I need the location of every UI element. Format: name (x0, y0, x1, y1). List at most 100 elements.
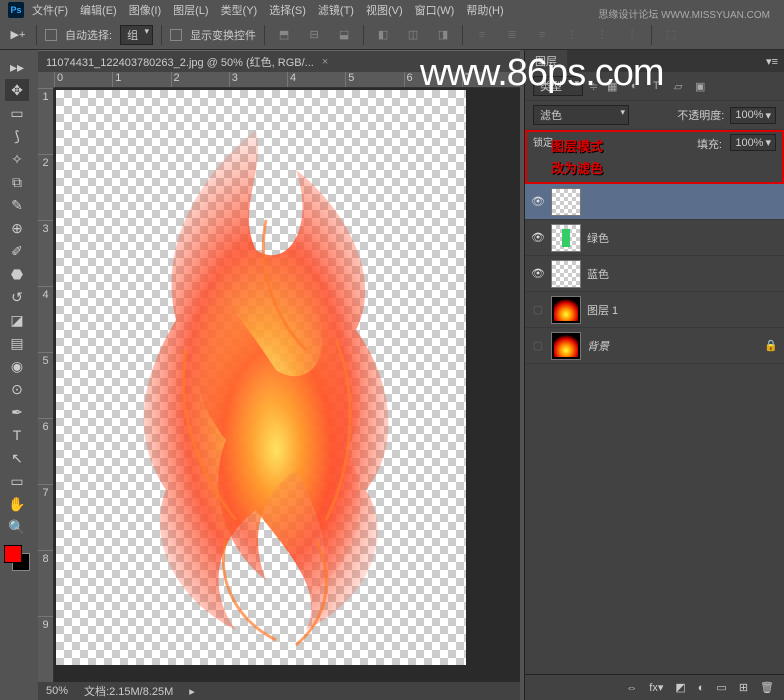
auto-select-checkbox[interactable] (45, 29, 57, 41)
layer-row[interactable]: 👁 绿色 (525, 220, 784, 256)
separator (264, 25, 265, 45)
visibility-icon[interactable]: 👁 (531, 231, 545, 245)
visibility-icon[interactable]: ▢ (531, 339, 545, 353)
group-icon[interactable]: ▭ (716, 681, 726, 694)
align-vcenter-icon[interactable]: ⊟ (303, 24, 325, 46)
layer-thumb[interactable] (551, 296, 581, 324)
show-transform-checkbox[interactable] (170, 29, 182, 41)
layer-thumb[interactable] (551, 188, 581, 216)
eraser-tool[interactable]: ◪ (5, 309, 29, 331)
layer-row[interactable]: 👁 蓝色 (525, 256, 784, 292)
layer-row[interactable]: 👁 (525, 184, 784, 220)
foreground-color[interactable] (4, 545, 22, 563)
filter-smart-icon[interactable]: ▣ (692, 78, 708, 94)
blend-mode-select[interactable]: 滤色 (533, 105, 629, 125)
marquee-tool[interactable]: ▭ (5, 102, 29, 124)
align-top-icon[interactable]: ⬒ (273, 24, 295, 46)
layer-thumb[interactable] (551, 260, 581, 288)
crop-tool[interactable]: ⧉ (5, 171, 29, 193)
type-tool[interactable]: T (5, 424, 29, 446)
zoom-level[interactable]: 50% (46, 685, 68, 697)
path-tool[interactable]: ↖ (5, 447, 29, 469)
new-layer-icon[interactable]: ⊞ (739, 681, 748, 694)
distribute-bottom-icon[interactable]: ≡ (531, 24, 553, 46)
menu-window[interactable]: 窗口(W) (411, 0, 459, 20)
visibility-icon[interactable]: 👁 (531, 267, 545, 281)
zoom-tool[interactable]: 🔍 (5, 516, 29, 538)
toolbox: ▸▸ ✥ ▭ ⟆ ✧ ⧉ ✎ ⊕ ✐ ⬣ ↺ ◪ ▤ ◉ ⊙ ✒ T ↖ ▭ ✋… (0, 50, 34, 700)
3d-mode-icon[interactable]: ⬚ (660, 24, 682, 46)
menu-layer[interactable]: 图层(L) (169, 0, 212, 20)
align-left-icon[interactable]: ◧ (372, 24, 394, 46)
wand-tool[interactable]: ✧ (5, 148, 29, 170)
menu-select[interactable]: 选择(S) (265, 0, 310, 20)
filter-kind-select[interactable]: 类型 (533, 76, 583, 96)
history-brush-tool[interactable]: ↺ (5, 286, 29, 308)
lasso-tool[interactable]: ⟆ (5, 125, 29, 147)
layer-thumb[interactable] (551, 332, 581, 360)
layer-fx-icon[interactable]: fx▾ (649, 681, 663, 694)
layer-name[interactable]: 背景 (587, 338, 758, 354)
brush-tool[interactable]: ✐ (5, 240, 29, 262)
link-layers-icon[interactable]: ⇔ (626, 682, 637, 694)
auto-select-target[interactable]: 组 (120, 25, 153, 45)
menu-edit[interactable]: 编辑(E) (76, 0, 121, 20)
layer-thumb[interactable] (551, 224, 581, 252)
dodge-tool[interactable]: ⊙ (5, 378, 29, 400)
distribute-top-icon[interactable]: ≡ (471, 24, 493, 46)
annotation-change: 改为滤色 (551, 158, 603, 177)
doc-info-flyout-icon[interactable]: ▸ (189, 685, 195, 698)
filter-shape-icon[interactable]: ▱ (670, 78, 686, 94)
layer-mask-icon[interactable]: ◩ (675, 681, 685, 694)
menu-view[interactable]: 视图(V) (362, 0, 407, 20)
align-right-icon[interactable]: ◨ (432, 24, 454, 46)
hand-tool[interactable]: ✋ (5, 493, 29, 515)
panel-menu-icon[interactable]: ▾≡ (760, 55, 784, 68)
menu-image[interactable]: 图像(I) (125, 0, 165, 20)
visibility-icon[interactable]: 👁 (531, 195, 545, 209)
layer-row[interactable]: ▢ 背景 🔒 (525, 328, 784, 364)
document-tab[interactable]: 11074431_122403780263_2.jpg @ 50% (红色, R… (38, 50, 520, 72)
pen-tool[interactable]: ✒ (5, 401, 29, 423)
filter-pixel-icon[interactable]: ▦ (604, 78, 620, 94)
move-tool[interactable]: ✥ (5, 79, 29, 101)
align-bottom-icon[interactable]: ⬓ (333, 24, 355, 46)
layer-row[interactable]: ▢ 图层 1 (525, 292, 784, 328)
menu-filter[interactable]: 滤镜(T) (314, 0, 358, 20)
eyedropper-tool[interactable]: ✎ (5, 194, 29, 216)
close-tab-icon[interactable]: × (322, 56, 328, 68)
distribute-right-icon[interactable]: ⋮ (621, 24, 643, 46)
shape-tool[interactable]: ▭ (5, 470, 29, 492)
canvas[interactable] (54, 88, 520, 682)
layer-name[interactable]: 绿色 (587, 230, 778, 246)
visibility-icon[interactable]: ▢ (531, 303, 545, 317)
tab-layers[interactable]: 图层 (525, 50, 567, 72)
adjustment-layer-icon[interactable]: ◐ (698, 682, 705, 694)
layer-name[interactable]: 图层 1 (587, 302, 778, 318)
artboard[interactable] (56, 90, 466, 665)
opacity-value[interactable]: 100% ▾ (730, 107, 776, 124)
ruler-horizontal[interactable]: 0 1 2 3 4 5 6 7 (54, 72, 520, 88)
heal-tool[interactable]: ⊕ (5, 217, 29, 239)
opacity-label: 不透明度: (677, 107, 724, 123)
move-tool-icon: ▶+ (8, 25, 28, 45)
align-hcenter-icon[interactable]: ◫ (402, 24, 424, 46)
gradient-tool[interactable]: ▤ (5, 332, 29, 354)
color-swatch[interactable] (4, 545, 30, 571)
menu-type[interactable]: 类型(Y) (217, 0, 262, 20)
filter-type-icon[interactable]: T (648, 78, 664, 94)
ruler-origin[interactable] (38, 72, 54, 88)
distribute-hcenter-icon[interactable]: ⋮ (591, 24, 613, 46)
ruler-vertical[interactable]: 1 2 3 4 5 6 7 8 9 (38, 88, 54, 682)
collapse-icon[interactable]: ▸▸ (5, 56, 29, 78)
layer-name[interactable]: 蓝色 (587, 266, 778, 282)
filter-adjust-icon[interactable]: ◐ (626, 78, 642, 94)
menu-file[interactable]: 文件(F) (28, 0, 72, 20)
menu-help[interactable]: 帮助(H) (462, 0, 507, 20)
distribute-vcenter-icon[interactable]: ≣ (501, 24, 523, 46)
delete-layer-icon[interactable]: 🗑 (760, 681, 774, 694)
fill-value[interactable]: 100% ▾ (730, 134, 776, 151)
distribute-left-icon[interactable]: ⋮ (561, 24, 583, 46)
stamp-tool[interactable]: ⬣ (5, 263, 29, 285)
blur-tool[interactable]: ◉ (5, 355, 29, 377)
